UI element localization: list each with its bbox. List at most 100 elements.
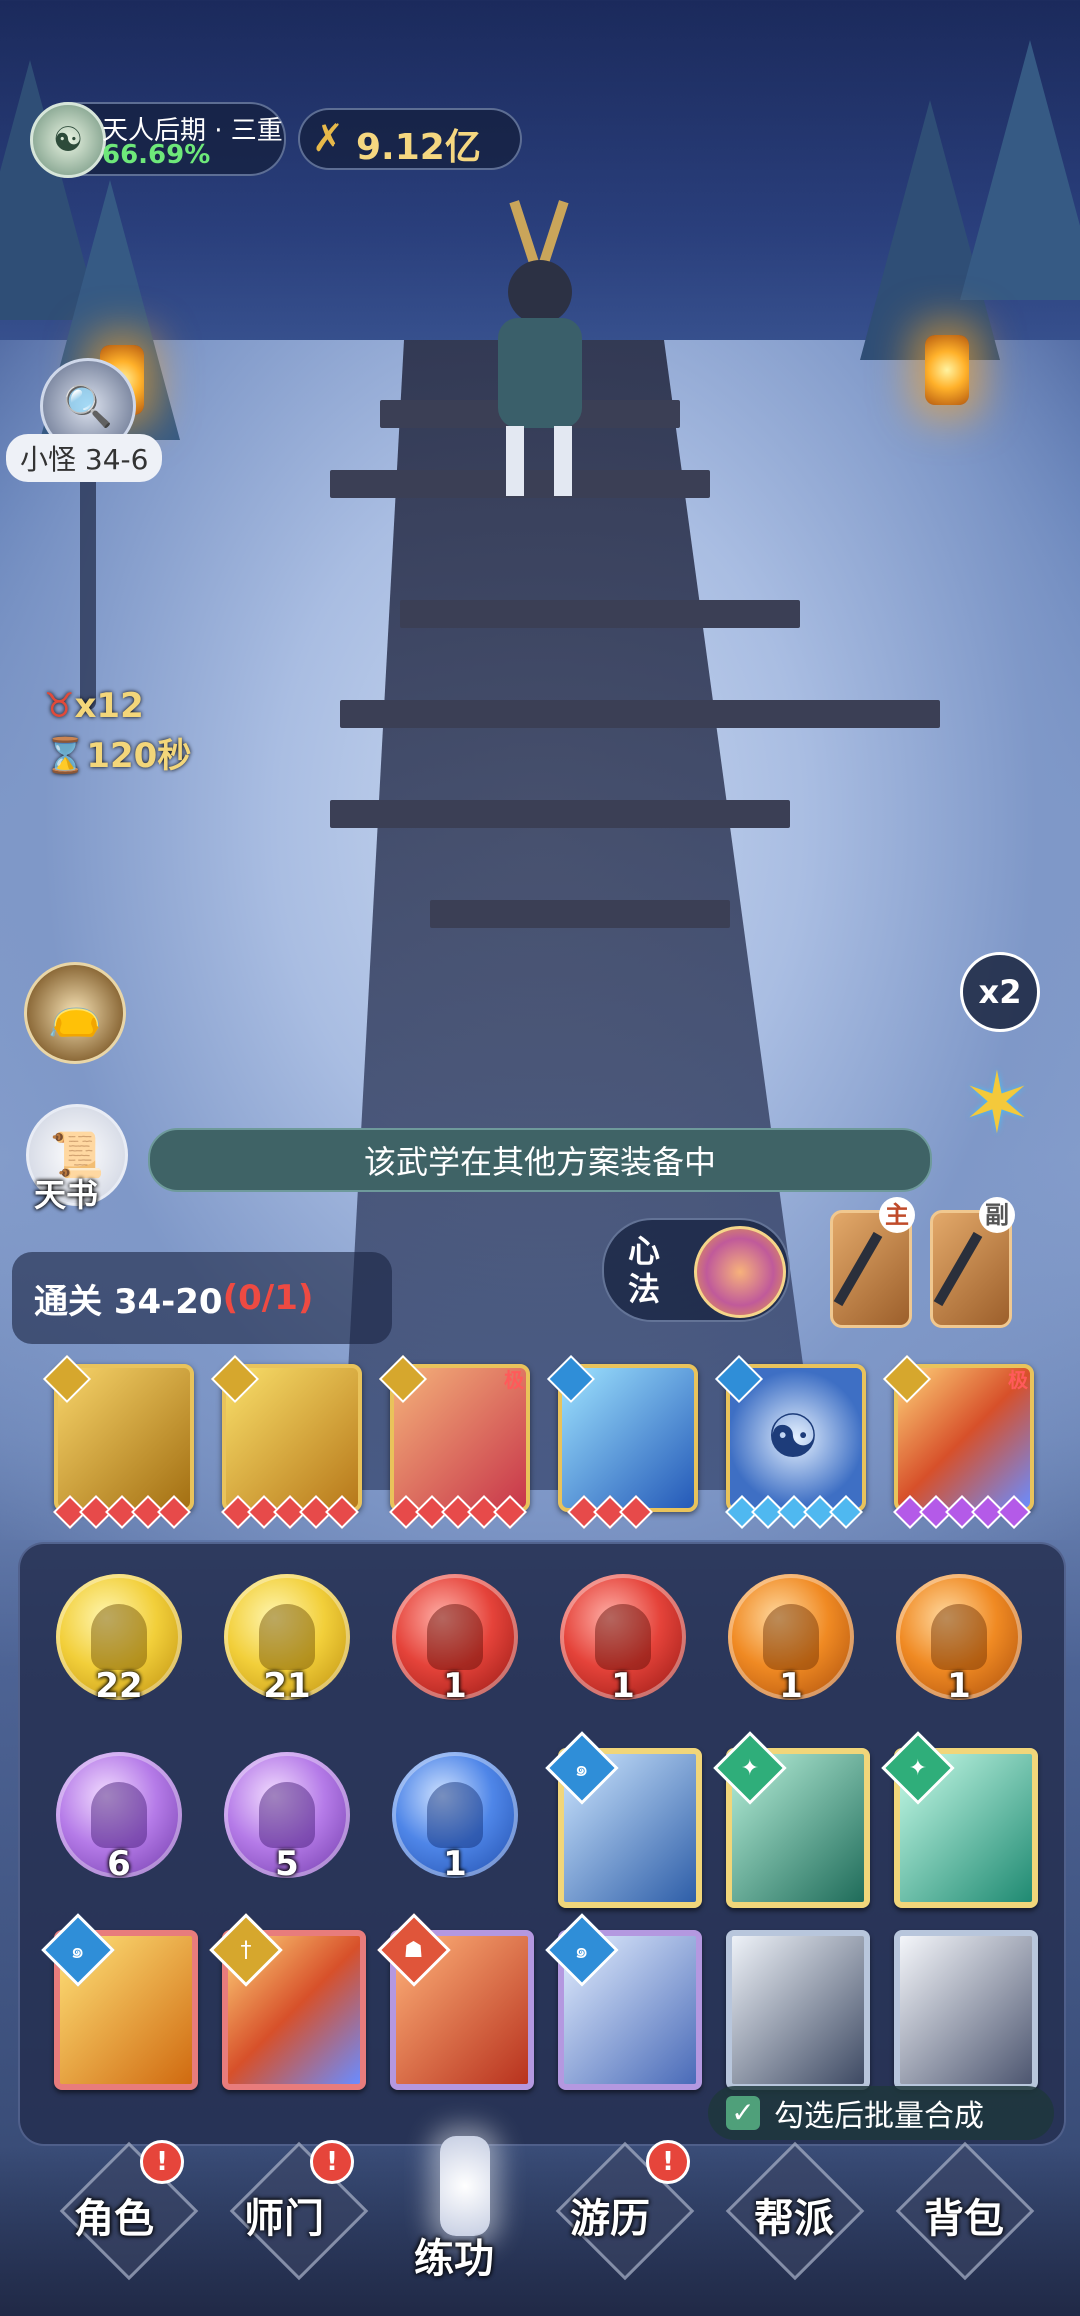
orb-count: 1	[443, 1666, 467, 1706]
pouch-icon: 👝	[47, 988, 103, 1039]
training-dummy-icon	[440, 2136, 490, 2236]
loot-pouch-button[interactable]: 👝	[24, 962, 126, 1064]
extreme-tag: 极	[504, 1368, 524, 1392]
enemy-icon: ♉	[44, 686, 75, 726]
skill-orb[interactable]: 1	[392, 1574, 518, 1706]
nav-travel[interactable]: 游历 !	[555, 2140, 695, 2281]
skill-book[interactable]	[726, 1930, 870, 2090]
realm-icon: ☯	[30, 102, 106, 178]
nav-guild[interactable]: 帮派	[725, 2141, 865, 2281]
skill-book[interactable]	[894, 1930, 1038, 2090]
skill-card[interactable]	[42, 1354, 194, 1529]
realm-status[interactable]: ☯ 天人后期 · 三重 66.69%	[30, 102, 286, 178]
skill-orb[interactable]: 1	[896, 1574, 1022, 1706]
tianshu-label: 天书	[34, 1176, 99, 1214]
dagger-icon	[933, 1231, 983, 1307]
skill-book[interactable]: †	[209, 1913, 366, 2090]
star-gems	[53, 1495, 191, 1529]
star-gems	[221, 1495, 359, 1529]
orb-count: 1	[611, 1666, 635, 1706]
skill-book[interactable]: ๑	[545, 1913, 702, 2090]
skill-orb[interactable]: 1	[728, 1574, 854, 1706]
hourglass-icon: ⌛	[44, 736, 87, 776]
skill-card[interactable]: ☯	[714, 1354, 866, 1529]
extreme-tag: 极	[1008, 1368, 1028, 1392]
skill-orb[interactable]: 22	[56, 1574, 182, 1706]
bridge-plank	[330, 800, 790, 828]
orb-count: 5	[275, 1844, 299, 1884]
nav-role-label: 角色	[74, 2196, 154, 2242]
nav-training-label: 练功	[414, 2236, 494, 2282]
orb-count: 1	[443, 1844, 467, 1884]
xinfa-label: 心法	[628, 1232, 661, 1308]
search-icon: 🔍	[63, 383, 113, 430]
speed-label: x2	[978, 973, 1022, 1011]
star-gems	[567, 1495, 653, 1529]
nav-backpack[interactable]: 背包	[895, 2141, 1035, 2281]
skill-card[interactable]: 极	[378, 1354, 530, 1529]
nav-sect[interactable]: 师门 !	[229, 2140, 369, 2281]
nav-travel-label: 游历	[570, 2196, 650, 2242]
combat-power[interactable]: ✗ 9.12亿	[298, 108, 522, 170]
alert-badge: !	[646, 2140, 690, 2184]
bottom-nav: 角色 ! 师门 ! 练功 游历 ! 帮派 背包	[0, 2136, 1080, 2316]
star-gems	[893, 1495, 1031, 1529]
xinfa-slot[interactable]: 心法	[602, 1218, 790, 1322]
power-value: 9.12亿	[356, 127, 481, 168]
alert-badge: !	[310, 2140, 354, 2184]
xinfa-orb-icon	[694, 1226, 786, 1318]
nav-sect-label: 师门	[244, 2196, 324, 2242]
clear-progress[interactable]: 通关 34-20 (0/1)	[12, 1252, 392, 1344]
star-gems	[389, 1495, 527, 1529]
skill-card[interactable]	[210, 1354, 362, 1529]
skill-book[interactable]: ๑	[545, 1731, 702, 1908]
nav-role[interactable]: 角色 !	[59, 2140, 199, 2281]
skill-orb[interactable]: 5	[224, 1752, 350, 1884]
skill-orb[interactable]: 1	[560, 1574, 686, 1706]
clear-progress-count: (0/1)	[222, 1278, 314, 1318]
skill-book[interactable]: ๑	[41, 1913, 198, 2090]
sub-tag: 副	[979, 1197, 1015, 1233]
nav-training[interactable]: 练功	[390, 2136, 540, 2296]
orb-count: 22	[95, 1666, 143, 1706]
speed-toggle-button[interactable]: x2	[960, 952, 1040, 1032]
skill-book[interactable]: ✦	[713, 1731, 870, 1908]
orb-count: 1	[779, 1666, 803, 1706]
realm-percent: 66.69%	[102, 140, 211, 170]
clear-progress-label: 通关 34-20	[34, 1281, 223, 1322]
bridge-plank	[340, 700, 940, 728]
equipped-skills-row: 极 ☯ 极	[42, 1354, 1044, 1534]
bridge-plank	[430, 900, 730, 928]
nav-guild-label: 帮派	[754, 2196, 834, 2242]
skill-book[interactable]: ✦	[881, 1731, 1038, 1908]
power-icon: ✗	[312, 116, 344, 160]
skill-orb[interactable]: 21	[224, 1574, 350, 1706]
sub-weapon-slot[interactable]: 副	[930, 1197, 1015, 1328]
stage-label: 小怪 34-6	[6, 434, 163, 482]
orb-count: 21	[263, 1666, 311, 1706]
skill-card[interactable]	[546, 1354, 698, 1529]
bridge-plank	[400, 600, 800, 628]
equip-warning-banner: 该武学在其他方案装备中	[148, 1128, 932, 1192]
skill-book[interactable]: ☗	[377, 1913, 534, 2090]
player-character	[478, 200, 598, 500]
skill-orb[interactable]: 1	[392, 1752, 518, 1884]
lantern-right	[925, 335, 969, 405]
nav-backpack-label: 背包	[924, 2196, 1004, 2242]
orb-count: 6	[107, 1844, 131, 1884]
yin-yang-icon: ☯	[766, 1402, 820, 1472]
timer: ⌛120秒	[44, 736, 192, 776]
enemy-counter: ♉x12	[44, 686, 144, 726]
batch-synthesize-toggle[interactable]: ✓ 勾选后批量合成	[708, 2086, 1054, 2140]
skill-card[interactable]: 极	[882, 1354, 1034, 1529]
star-icon[interactable]: ✶	[952, 1058, 1042, 1148]
main-tag: 主	[879, 1197, 915, 1233]
dagger-icon	[833, 1231, 883, 1307]
stage-progress-track	[80, 470, 96, 710]
orb-count: 1	[947, 1666, 971, 1706]
batch-synthesize-label: 勾选后批量合成	[774, 2099, 984, 2134]
skill-orb[interactable]: 6	[56, 1752, 182, 1884]
star-gems	[725, 1495, 863, 1529]
checkbox-icon: ✓	[726, 2096, 760, 2130]
main-weapon-slot[interactable]: 主	[830, 1197, 915, 1328]
